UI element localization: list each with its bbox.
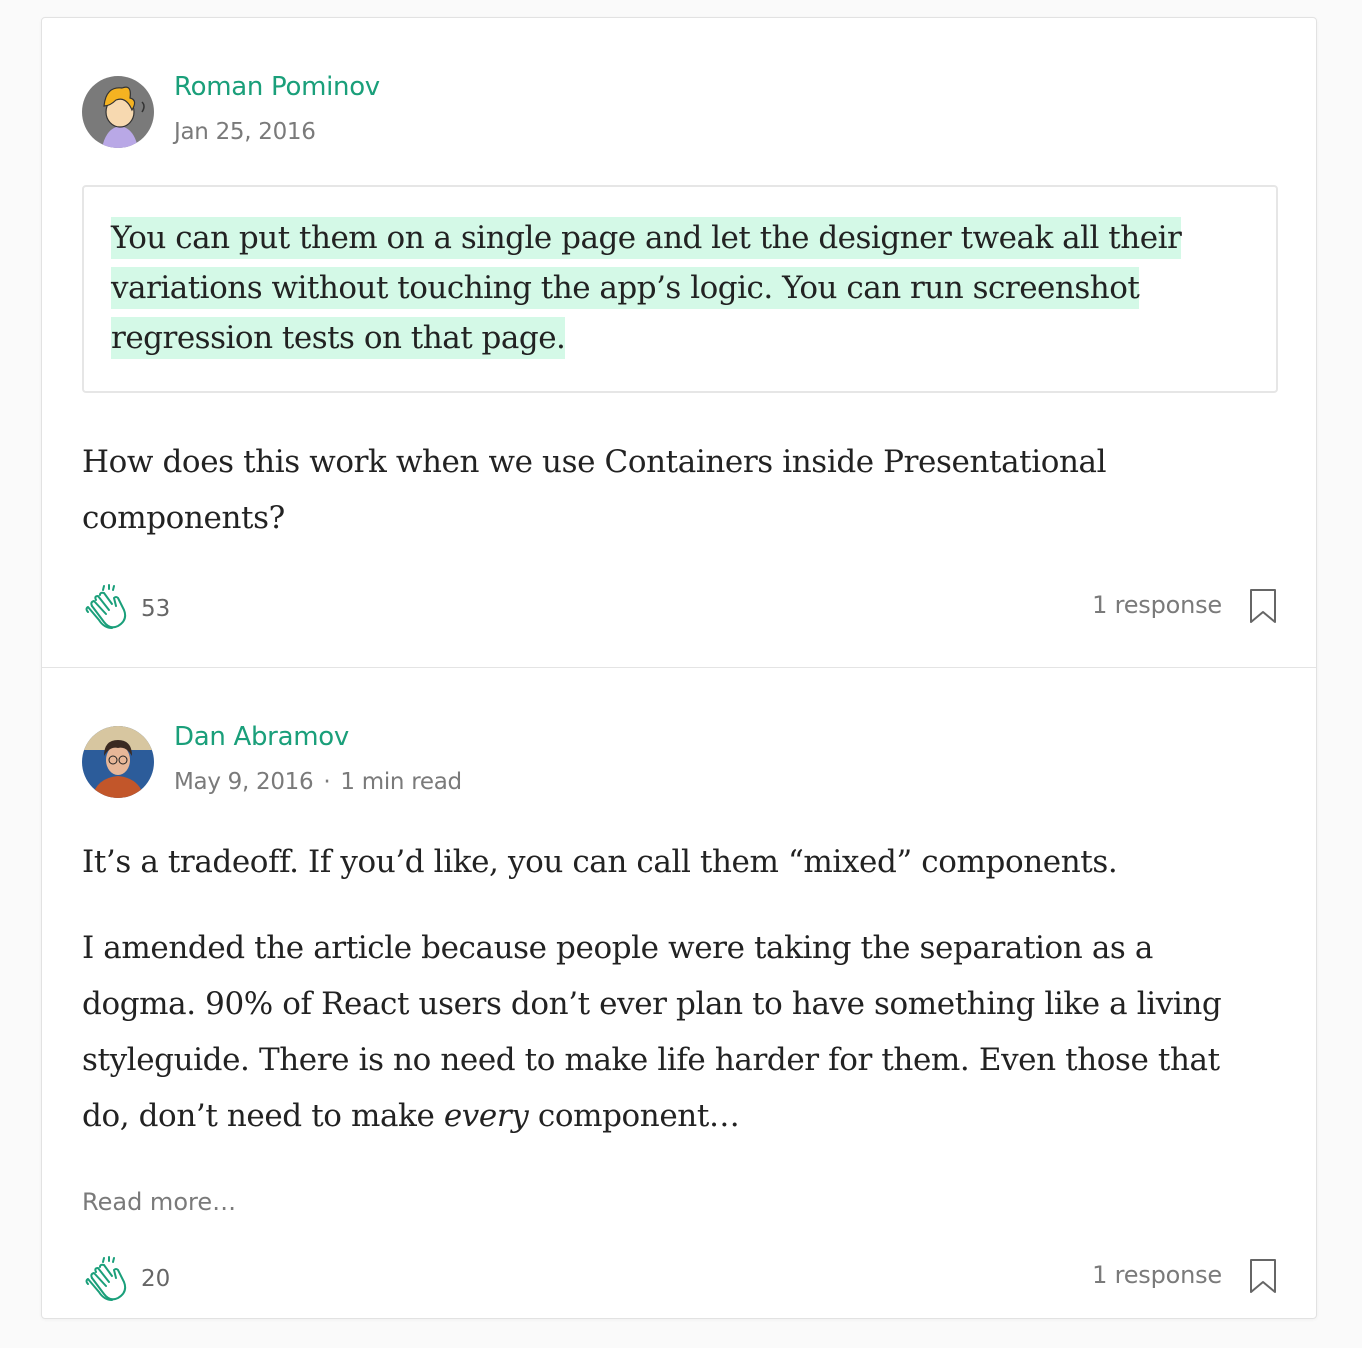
post-date[interactable]: Jan 25, 2016 <box>174 119 316 145</box>
author-name[interactable]: Roman Pominov <box>174 72 380 102</box>
clap-icon[interactable] <box>82 1256 132 1306</box>
author-avatar[interactable] <box>82 76 154 148</box>
meta-separator: · <box>323 769 331 795</box>
response-item: Roman Pominov Jan 25, 2016 You can put t… <box>42 18 1316 668</box>
read-time: 1 min read <box>340 769 462 795</box>
avatar-cartoon-icon <box>82 76 154 148</box>
responses-link[interactable]: 1 response <box>1092 591 1222 619</box>
post-meta: May 9, 2016 · 1 min read <box>174 769 462 795</box>
bookmark-icon[interactable] <box>1248 1258 1278 1294</box>
highlighted-text: You can put them on a single page and le… <box>111 217 1182 359</box>
clap-icon[interactable] <box>82 584 132 634</box>
response-item: Dan Abramov May 9, 2016 · 1 min read It’s … <box>42 668 1316 1320</box>
emphasis-text: every <box>443 1098 529 1134</box>
read-more-link[interactable]: Read more… <box>82 1188 236 1216</box>
responses-link[interactable]: 1 response <box>1092 1261 1222 1289</box>
avatar-photo-icon <box>82 726 154 798</box>
post-date[interactable]: May 9, 2016 <box>174 769 314 795</box>
clap-count: 53 <box>141 596 171 622</box>
response-body: How does this work when we use Container… <box>82 444 1107 536</box>
responses-card: Roman Pominov Jan 25, 2016 You can put t… <box>41 17 1317 1319</box>
author-name[interactable]: Dan Abramov <box>174 722 349 752</box>
body-text: component… <box>528 1098 740 1134</box>
highlight-quote[interactable]: You can put them on a single page and le… <box>82 185 1278 393</box>
bookmark-icon[interactable] <box>1248 588 1278 624</box>
response-body-paragraph: I amended the article because people wer… <box>82 920 1272 1144</box>
author-avatar[interactable] <box>82 726 154 798</box>
clap-count: 20 <box>141 1266 171 1292</box>
response-body-paragraph: It’s a tradeoff. If you’d like, you can … <box>82 844 1118 880</box>
